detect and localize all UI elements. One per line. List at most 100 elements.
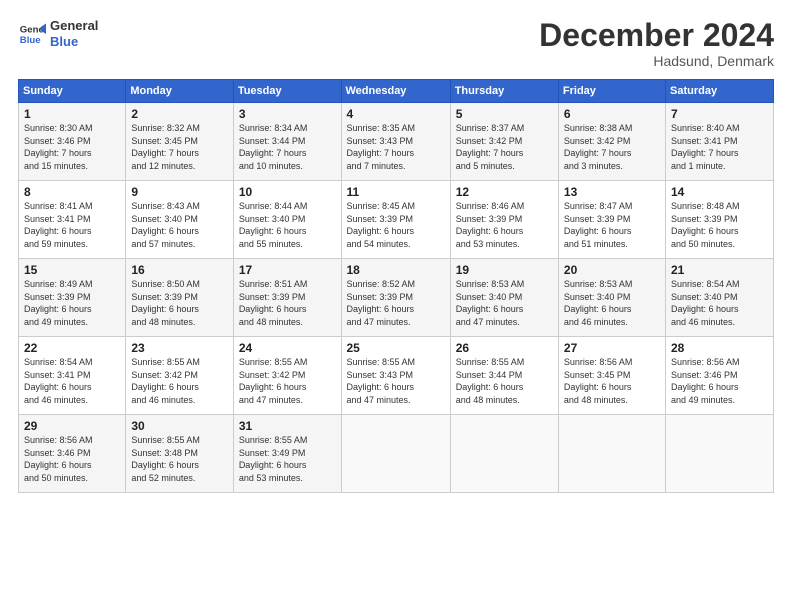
calendar-cell: 1Sunrise: 8:30 AMSunset: 3:46 PMDaylight… bbox=[19, 103, 126, 181]
calendar-cell: 29Sunrise: 8:56 AMSunset: 3:46 PMDayligh… bbox=[19, 415, 126, 493]
calendar-cell: 24Sunrise: 8:55 AMSunset: 3:42 PMDayligh… bbox=[233, 337, 341, 415]
day-info: Sunrise: 8:56 AMSunset: 3:46 PMDaylight:… bbox=[24, 434, 120, 484]
day-number: 4 bbox=[347, 107, 445, 121]
day-info: Sunrise: 8:55 AMSunset: 3:42 PMDaylight:… bbox=[239, 356, 336, 406]
day-info: Sunrise: 8:55 AMSunset: 3:43 PMDaylight:… bbox=[347, 356, 445, 406]
calendar-cell bbox=[341, 415, 450, 493]
calendar-cell: 23Sunrise: 8:55 AMSunset: 3:42 PMDayligh… bbox=[126, 337, 233, 415]
day-number: 16 bbox=[131, 263, 227, 277]
day-info: Sunrise: 8:55 AMSunset: 3:42 PMDaylight:… bbox=[131, 356, 227, 406]
calendar-cell: 8Sunrise: 8:41 AMSunset: 3:41 PMDaylight… bbox=[19, 181, 126, 259]
calendar-cell: 27Sunrise: 8:56 AMSunset: 3:45 PMDayligh… bbox=[558, 337, 665, 415]
day-number: 18 bbox=[347, 263, 445, 277]
title-block: December 2024 Hadsund, Denmark bbox=[539, 18, 774, 69]
day-info: Sunrise: 8:40 AMSunset: 3:41 PMDaylight:… bbox=[671, 122, 768, 172]
day-header-tuesday: Tuesday bbox=[233, 80, 341, 103]
calendar-cell: 26Sunrise: 8:55 AMSunset: 3:44 PMDayligh… bbox=[450, 337, 558, 415]
day-header-wednesday: Wednesday bbox=[341, 80, 450, 103]
day-header-friday: Friday bbox=[558, 80, 665, 103]
calendar-cell: 17Sunrise: 8:51 AMSunset: 3:39 PMDayligh… bbox=[233, 259, 341, 337]
day-info: Sunrise: 8:37 AMSunset: 3:42 PMDaylight:… bbox=[456, 122, 553, 172]
calendar-cell: 6Sunrise: 8:38 AMSunset: 3:42 PMDaylight… bbox=[558, 103, 665, 181]
calendar-cell: 21Sunrise: 8:54 AMSunset: 3:40 PMDayligh… bbox=[665, 259, 773, 337]
day-info: Sunrise: 8:56 AMSunset: 3:45 PMDaylight:… bbox=[564, 356, 660, 406]
day-number: 30 bbox=[131, 419, 227, 433]
calendar: SundayMondayTuesdayWednesdayThursdayFrid… bbox=[18, 79, 774, 493]
day-info: Sunrise: 8:54 AMSunset: 3:41 PMDaylight:… bbox=[24, 356, 120, 406]
calendar-cell: 18Sunrise: 8:52 AMSunset: 3:39 PMDayligh… bbox=[341, 259, 450, 337]
calendar-cell: 20Sunrise: 8:53 AMSunset: 3:40 PMDayligh… bbox=[558, 259, 665, 337]
day-number: 14 bbox=[671, 185, 768, 199]
day-info: Sunrise: 8:41 AMSunset: 3:41 PMDaylight:… bbox=[24, 200, 120, 250]
calendar-cell: 3Sunrise: 8:34 AMSunset: 3:44 PMDaylight… bbox=[233, 103, 341, 181]
calendar-cell: 4Sunrise: 8:35 AMSunset: 3:43 PMDaylight… bbox=[341, 103, 450, 181]
day-info: Sunrise: 8:44 AMSunset: 3:40 PMDaylight:… bbox=[239, 200, 336, 250]
day-number: 21 bbox=[671, 263, 768, 277]
calendar-cell bbox=[558, 415, 665, 493]
day-number: 20 bbox=[564, 263, 660, 277]
calendar-cell bbox=[665, 415, 773, 493]
day-info: Sunrise: 8:35 AMSunset: 3:43 PMDaylight:… bbox=[347, 122, 445, 172]
calendar-cell: 14Sunrise: 8:48 AMSunset: 3:39 PMDayligh… bbox=[665, 181, 773, 259]
logo: General Blue General Blue bbox=[18, 18, 98, 49]
svg-text:Blue: Blue bbox=[20, 34, 41, 45]
day-info: Sunrise: 8:45 AMSunset: 3:39 PMDaylight:… bbox=[347, 200, 445, 250]
day-number: 11 bbox=[347, 185, 445, 199]
day-number: 22 bbox=[24, 341, 120, 355]
month-title: December 2024 bbox=[539, 18, 774, 53]
calendar-cell: 22Sunrise: 8:54 AMSunset: 3:41 PMDayligh… bbox=[19, 337, 126, 415]
day-header-sunday: Sunday bbox=[19, 80, 126, 103]
day-info: Sunrise: 8:34 AMSunset: 3:44 PMDaylight:… bbox=[239, 122, 336, 172]
day-number: 28 bbox=[671, 341, 768, 355]
calendar-week-row: 1Sunrise: 8:30 AMSunset: 3:46 PMDaylight… bbox=[19, 103, 774, 181]
calendar-cell: 7Sunrise: 8:40 AMSunset: 3:41 PMDaylight… bbox=[665, 103, 773, 181]
day-info: Sunrise: 8:43 AMSunset: 3:40 PMDaylight:… bbox=[131, 200, 227, 250]
calendar-cell: 9Sunrise: 8:43 AMSunset: 3:40 PMDaylight… bbox=[126, 181, 233, 259]
day-info: Sunrise: 8:48 AMSunset: 3:39 PMDaylight:… bbox=[671, 200, 768, 250]
calendar-week-row: 8Sunrise: 8:41 AMSunset: 3:41 PMDaylight… bbox=[19, 181, 774, 259]
day-header-thursday: Thursday bbox=[450, 80, 558, 103]
day-info: Sunrise: 8:55 AMSunset: 3:48 PMDaylight:… bbox=[131, 434, 227, 484]
calendar-cell bbox=[450, 415, 558, 493]
day-number: 27 bbox=[564, 341, 660, 355]
day-number: 13 bbox=[564, 185, 660, 199]
calendar-cell: 16Sunrise: 8:50 AMSunset: 3:39 PMDayligh… bbox=[126, 259, 233, 337]
day-number: 12 bbox=[456, 185, 553, 199]
calendar-cell: 15Sunrise: 8:49 AMSunset: 3:39 PMDayligh… bbox=[19, 259, 126, 337]
location-title: Hadsund, Denmark bbox=[539, 53, 774, 69]
calendar-cell: 28Sunrise: 8:56 AMSunset: 3:46 PMDayligh… bbox=[665, 337, 773, 415]
day-number: 3 bbox=[239, 107, 336, 121]
calendar-week-row: 29Sunrise: 8:56 AMSunset: 3:46 PMDayligh… bbox=[19, 415, 774, 493]
day-number: 9 bbox=[131, 185, 227, 199]
calendar-cell: 11Sunrise: 8:45 AMSunset: 3:39 PMDayligh… bbox=[341, 181, 450, 259]
calendar-cell: 19Sunrise: 8:53 AMSunset: 3:40 PMDayligh… bbox=[450, 259, 558, 337]
logo-icon: General Blue bbox=[18, 20, 46, 48]
day-info: Sunrise: 8:52 AMSunset: 3:39 PMDaylight:… bbox=[347, 278, 445, 328]
day-number: 15 bbox=[24, 263, 120, 277]
day-number: 24 bbox=[239, 341, 336, 355]
day-number: 2 bbox=[131, 107, 227, 121]
calendar-cell: 31Sunrise: 8:55 AMSunset: 3:49 PMDayligh… bbox=[233, 415, 341, 493]
calendar-week-row: 15Sunrise: 8:49 AMSunset: 3:39 PMDayligh… bbox=[19, 259, 774, 337]
day-number: 31 bbox=[239, 419, 336, 433]
day-info: Sunrise: 8:55 AMSunset: 3:49 PMDaylight:… bbox=[239, 434, 336, 484]
day-info: Sunrise: 8:51 AMSunset: 3:39 PMDaylight:… bbox=[239, 278, 336, 328]
day-number: 7 bbox=[671, 107, 768, 121]
calendar-cell: 12Sunrise: 8:46 AMSunset: 3:39 PMDayligh… bbox=[450, 181, 558, 259]
calendar-cell: 5Sunrise: 8:37 AMSunset: 3:42 PMDaylight… bbox=[450, 103, 558, 181]
calendar-cell: 25Sunrise: 8:55 AMSunset: 3:43 PMDayligh… bbox=[341, 337, 450, 415]
calendar-header-row: SundayMondayTuesdayWednesdayThursdayFrid… bbox=[19, 80, 774, 103]
day-info: Sunrise: 8:54 AMSunset: 3:40 PMDaylight:… bbox=[671, 278, 768, 328]
day-number: 1 bbox=[24, 107, 120, 121]
day-number: 8 bbox=[24, 185, 120, 199]
calendar-cell: 30Sunrise: 8:55 AMSunset: 3:48 PMDayligh… bbox=[126, 415, 233, 493]
logo-text: General Blue bbox=[50, 18, 98, 49]
day-info: Sunrise: 8:56 AMSunset: 3:46 PMDaylight:… bbox=[671, 356, 768, 406]
day-number: 19 bbox=[456, 263, 553, 277]
day-info: Sunrise: 8:38 AMSunset: 3:42 PMDaylight:… bbox=[564, 122, 660, 172]
day-header-monday: Monday bbox=[126, 80, 233, 103]
day-info: Sunrise: 8:30 AMSunset: 3:46 PMDaylight:… bbox=[24, 122, 120, 172]
day-info: Sunrise: 8:46 AMSunset: 3:39 PMDaylight:… bbox=[456, 200, 553, 250]
day-number: 10 bbox=[239, 185, 336, 199]
calendar-week-row: 22Sunrise: 8:54 AMSunset: 3:41 PMDayligh… bbox=[19, 337, 774, 415]
